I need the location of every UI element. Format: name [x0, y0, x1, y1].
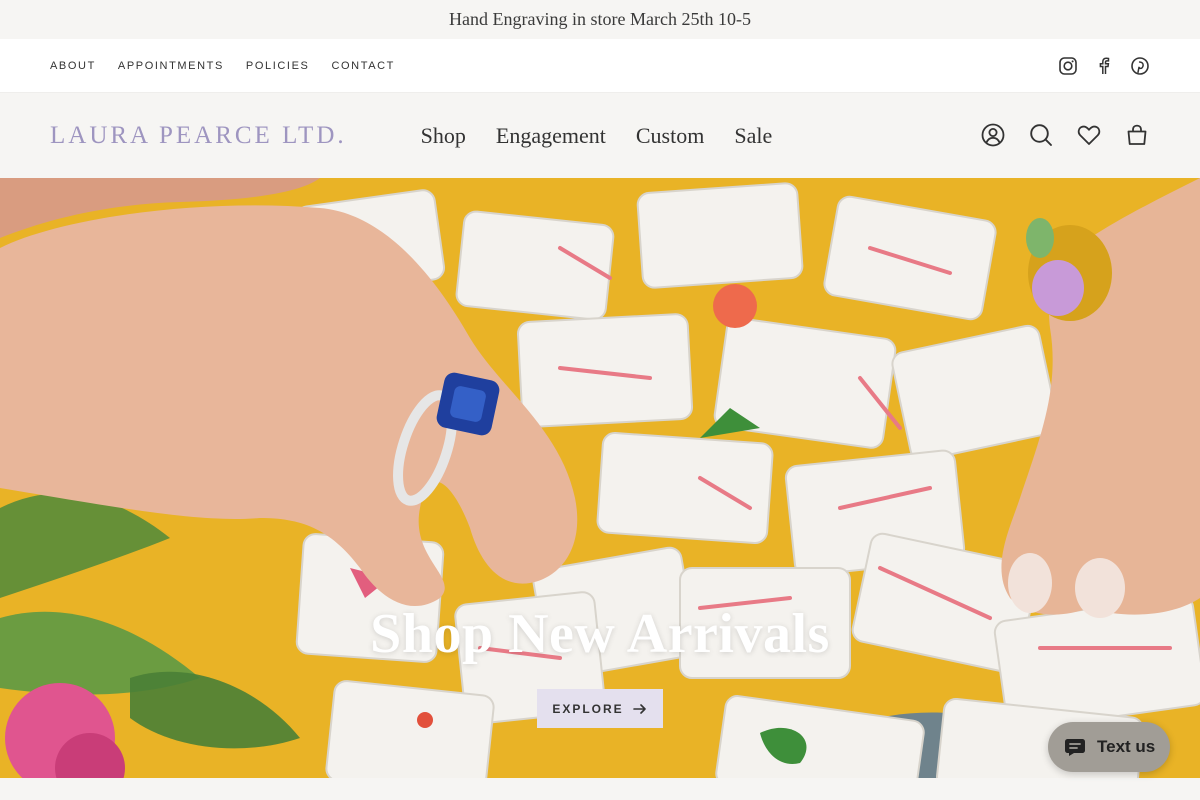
- social-links: [1058, 56, 1150, 76]
- hero-banner: Shop New Arrivals EXPLORE: [0, 178, 1200, 778]
- header-icons: [980, 122, 1150, 148]
- nav-engagement[interactable]: Engagement: [496, 123, 606, 149]
- text-us-label: Text us: [1097, 737, 1156, 756]
- utility-link-contact[interactable]: CONTACT: [331, 60, 395, 72]
- nav-custom[interactable]: Custom: [636, 123, 704, 149]
- chat-bubble-icon: [1063, 735, 1087, 759]
- site-logo[interactable]: LAURA PEARCE LTD.: [50, 122, 347, 150]
- utility-links: ABOUT APPOINTMENTS POLICIES CONTACT: [50, 60, 395, 72]
- account-icon[interactable]: [980, 122, 1006, 148]
- nav-shop[interactable]: Shop: [421, 123, 466, 149]
- utility-bar: ABOUT APPOINTMENTS POLICIES CONTACT: [0, 39, 1200, 93]
- search-icon[interactable]: [1028, 122, 1054, 148]
- main-nav: Shop Engagement Custom Sale: [421, 123, 773, 149]
- hero-image: [0, 178, 1200, 778]
- announcement-bar: Hand Engraving in store March 25th 10-5: [0, 0, 1200, 39]
- cart-icon[interactable]: [1124, 122, 1150, 148]
- main-header: LAURA PEARCE LTD. Shop Engagement Custom…: [0, 93, 1200, 178]
- nav-sale[interactable]: Sale: [734, 123, 772, 149]
- pinterest-icon[interactable]: [1130, 56, 1150, 76]
- arrow-right-icon: [632, 701, 648, 717]
- announcement-text: Hand Engraving in store March 25th 10-5: [449, 9, 751, 29]
- utility-link-about[interactable]: ABOUT: [50, 60, 96, 72]
- explore-button-label: EXPLORE: [552, 701, 624, 716]
- text-us-widget[interactable]: Text us: [1048, 722, 1170, 772]
- utility-link-appointments[interactable]: APPOINTMENTS: [118, 60, 224, 72]
- instagram-icon[interactable]: [1058, 56, 1078, 76]
- wishlist-icon[interactable]: [1076, 122, 1102, 148]
- hero-title: Shop New Arrivals: [370, 603, 830, 665]
- explore-button[interactable]: EXPLORE: [537, 689, 663, 728]
- facebook-icon[interactable]: [1094, 56, 1114, 76]
- utility-link-policies[interactable]: POLICIES: [246, 60, 310, 72]
